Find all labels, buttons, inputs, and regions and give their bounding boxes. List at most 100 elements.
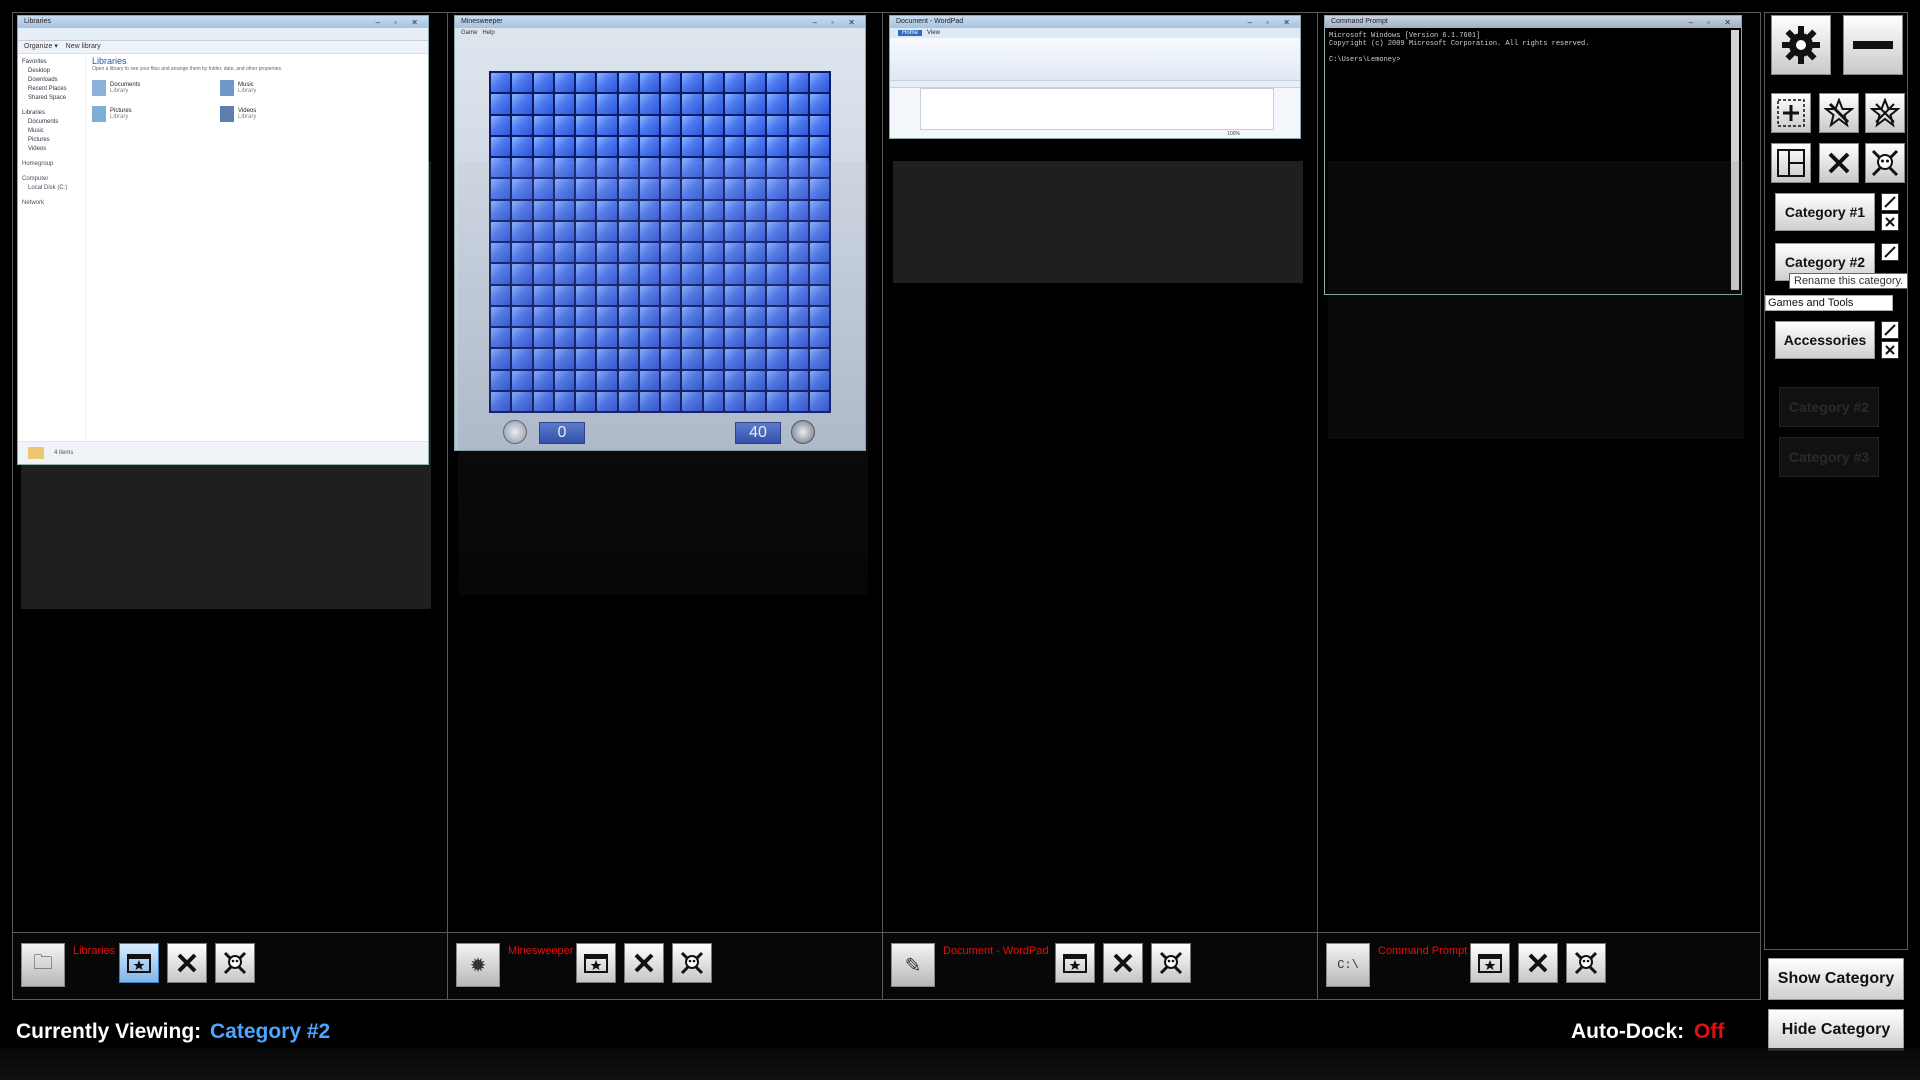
- mine-cell[interactable]: [554, 73, 574, 93]
- nav-recent-places[interactable]: Recent Places: [22, 85, 81, 94]
- mine-cell[interactable]: [491, 115, 511, 135]
- mine-cell[interactable]: [703, 73, 723, 93]
- settings-button[interactable]: [1771, 15, 1831, 75]
- mine-cell[interactable]: [554, 94, 574, 114]
- mine-cell[interactable]: [703, 94, 723, 114]
- category-button-1[interactable]: Category #1: [1775, 193, 1875, 231]
- mine-cell[interactable]: [809, 136, 829, 156]
- mine-cell[interactable]: [703, 136, 723, 156]
- remove-star-button[interactable]: [1819, 93, 1859, 133]
- mine-cell[interactable]: [576, 136, 596, 156]
- mine-cell[interactable]: [533, 115, 553, 135]
- kill-process-button[interactable]: [1566, 943, 1606, 983]
- close-window-button[interactable]: [167, 943, 207, 983]
- mine-cell[interactable]: [746, 115, 766, 135]
- show-category-button[interactable]: Show Category: [1768, 958, 1904, 1000]
- nav-videos[interactable]: Videos: [22, 145, 81, 154]
- mine-cell[interactable]: [746, 94, 766, 114]
- autodock-value[interactable]: Off: [1694, 1020, 1724, 1044]
- mine-cell[interactable]: [533, 73, 553, 93]
- close-window-button[interactable]: [1518, 943, 1558, 983]
- mine-cell[interactable]: [639, 115, 659, 135]
- mine-cell[interactable]: [533, 94, 553, 114]
- mine-cell[interactable]: [767, 115, 787, 135]
- mine-cell[interactable]: [618, 115, 638, 135]
- nav-desktop[interactable]: Desktop: [22, 67, 81, 76]
- mine-cell[interactable]: [746, 136, 766, 156]
- kill-process-button[interactable]: [1151, 943, 1191, 983]
- restore-window-button[interactable]: [576, 943, 616, 983]
- mine-cell[interactable]: [767, 73, 787, 93]
- library-music[interactable]: Music Library: [220, 80, 320, 96]
- close-window-button[interactable]: [624, 943, 664, 983]
- nav-shared-space[interactable]: Shared Space: [22, 94, 81, 103]
- mine-cell[interactable]: [554, 115, 574, 135]
- mine-cell[interactable]: [788, 136, 808, 156]
- restore-window-button[interactable]: [119, 943, 159, 983]
- mine-cell[interactable]: [576, 94, 596, 114]
- mine-cell[interactable]: [682, 73, 702, 93]
- mine-cell[interactable]: [576, 115, 596, 135]
- mine-cell[interactable]: [512, 73, 532, 93]
- tab-home[interactable]: Home: [898, 30, 923, 36]
- mine-cell[interactable]: [597, 94, 617, 114]
- kill-process-button[interactable]: [672, 943, 712, 983]
- layout-button[interactable]: [1771, 143, 1811, 183]
- mine-cell[interactable]: [576, 73, 596, 93]
- mine-cell[interactable]: [767, 136, 787, 156]
- delete-category-accessories-button[interactable]: [1881, 341, 1899, 359]
- wordpad-document[interactable]: [920, 88, 1274, 130]
- mine-cell[interactable]: [512, 94, 532, 114]
- nav-libraries[interactable]: Libraries: [22, 109, 81, 118]
- mine-cell[interactable]: [491, 94, 511, 114]
- category-button-accessories[interactable]: Accessories: [1775, 321, 1875, 359]
- mine-cell[interactable]: [788, 94, 808, 114]
- mine-cell[interactable]: [724, 115, 744, 135]
- rename-category-2-button[interactable]: [1881, 243, 1899, 261]
- mine-cell[interactable]: [682, 136, 702, 156]
- library-videos[interactable]: Videos Library: [220, 106, 320, 122]
- library-documents[interactable]: Documents Library: [92, 80, 192, 96]
- wordpad-thumbnail[interactable]: Document - WordPad – ▫ ✕ Home View 100%: [889, 15, 1301, 139]
- nav-pictures[interactable]: Pictures: [22, 136, 81, 145]
- toolbar-new-library[interactable]: New library: [66, 43, 101, 50]
- mine-cell[interactable]: [809, 94, 829, 114]
- mine-cell[interactable]: [533, 136, 553, 156]
- mine-cell[interactable]: [703, 115, 723, 135]
- mine-cell[interactable]: [639, 94, 659, 114]
- mine-cell[interactable]: [809, 73, 829, 93]
- mine-cell[interactable]: [554, 136, 574, 156]
- mine-cell[interactable]: [639, 136, 659, 156]
- mine-cell[interactable]: [788, 73, 808, 93]
- mine-cell[interactable]: [746, 73, 766, 93]
- rename-category-accessories-button[interactable]: [1881, 321, 1899, 339]
- rename-category-input[interactable]: [1765, 295, 1893, 311]
- cmd-output[interactable]: Microsoft Windows [Version 6.1.7601] Cop…: [1325, 28, 1741, 68]
- mine-cell[interactable]: [724, 73, 744, 93]
- mine-cell[interactable]: [661, 73, 681, 93]
- nav-downloads[interactable]: Downloads: [22, 76, 81, 85]
- menu-game[interactable]: Game: [461, 30, 477, 36]
- hide-category-button[interactable]: Hide Category: [1768, 1009, 1904, 1051]
- mine-cell[interactable]: [661, 115, 681, 135]
- add-category-button[interactable]: [1771, 93, 1811, 133]
- mine-cell[interactable]: [682, 115, 702, 135]
- menu-help[interactable]: Help: [482, 30, 494, 36]
- nav-documents[interactable]: Documents: [22, 118, 81, 127]
- mine-cell[interactable]: [597, 136, 617, 156]
- remove-star-alt-button[interactable]: [1865, 93, 1905, 133]
- mine-cell[interactable]: [597, 115, 617, 135]
- mine-cell[interactable]: [491, 136, 511, 156]
- mine-cell[interactable]: [767, 94, 787, 114]
- mine-cell[interactable]: [491, 73, 511, 93]
- mine-cell[interactable]: [809, 115, 829, 135]
- tab-view[interactable]: View: [927, 30, 940, 36]
- mine-cell[interactable]: [618, 73, 638, 93]
- toolbar-organize[interactable]: Organize ▾: [24, 43, 58, 50]
- nav-favorites[interactable]: Favorites: [22, 58, 81, 67]
- restore-window-button[interactable]: [1470, 943, 1510, 983]
- mine-cell[interactable]: [788, 115, 808, 135]
- minimize-button[interactable]: [1843, 15, 1903, 75]
- delete-category-1-button[interactable]: [1881, 213, 1899, 231]
- mine-cell[interactable]: [618, 136, 638, 156]
